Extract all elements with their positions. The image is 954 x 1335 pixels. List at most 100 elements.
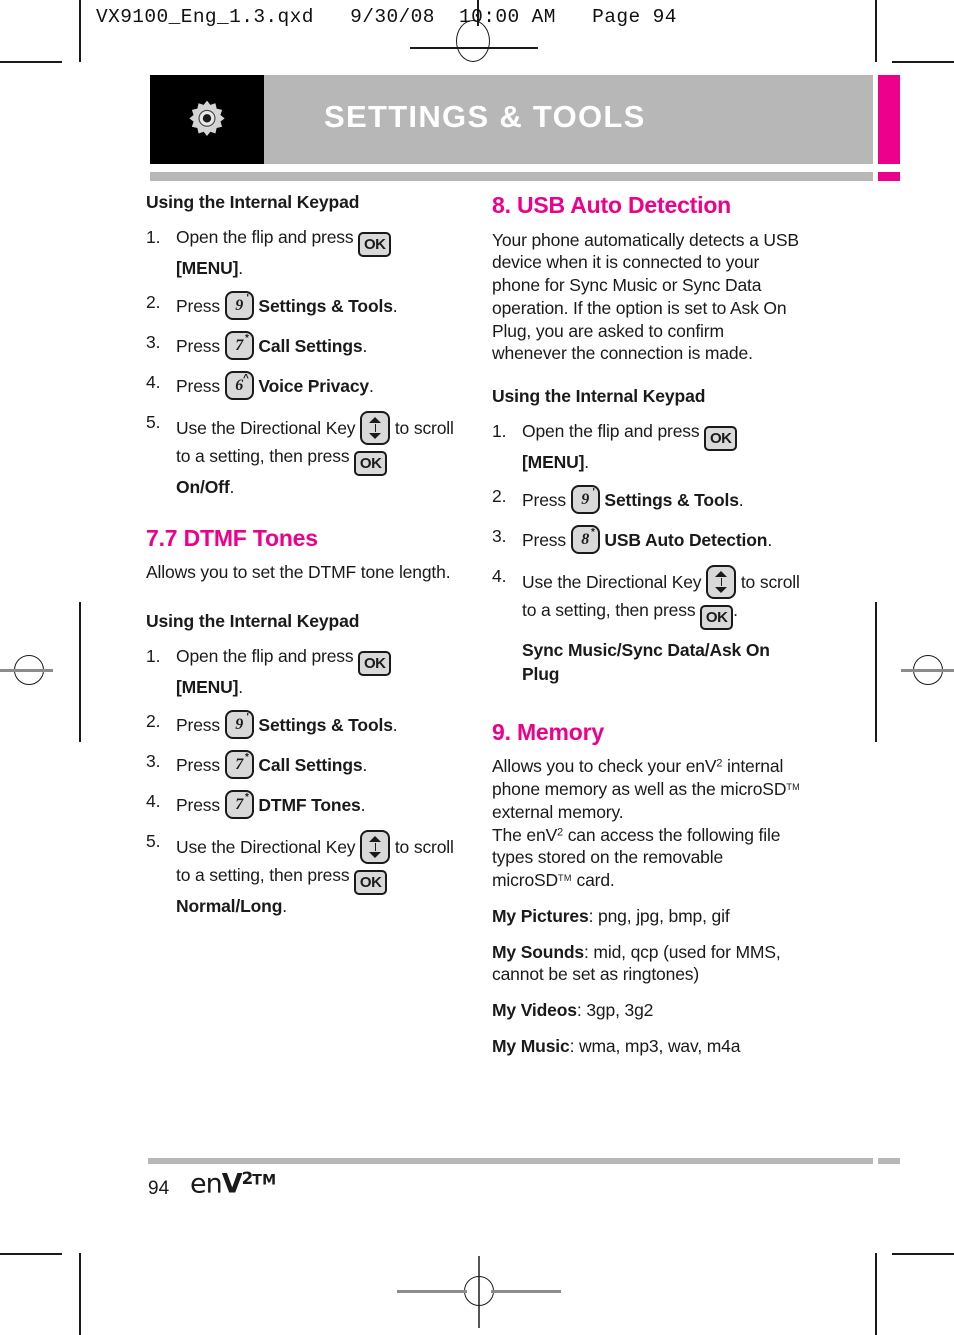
print-file-header: VX9100_Eng_1.3.qxd 9/30/08 10:00 AM Page…	[96, 6, 677, 28]
ok-key-icon: OK	[704, 426, 738, 452]
steps-list-voice-privacy: 1. Open the flip and press OK [MENU]. 2.…	[146, 226, 456, 500]
list-item: 1. Open the flip and press OK [MENU].	[492, 420, 802, 474]
subheading-keypad-1: Using the Internal Keypad	[146, 192, 360, 212]
step-bold-label: [MENU]	[522, 452, 585, 473]
step-number: 5.	[146, 412, 161, 433]
list-item: 4. Press 7 * DTMF Tones.	[146, 790, 456, 820]
registration-bar	[491, 1290, 561, 1293]
step-bold-label: [MENU]	[176, 676, 239, 697]
numeric-key-8-icon: 8 *	[570, 525, 600, 555]
step-number: 3.	[492, 526, 507, 547]
left-column: Using the Internal Keypad 1. Open the fl…	[146, 192, 456, 929]
banner-icon-box	[150, 75, 264, 164]
list-item: 2. Press 9 ' Settings & Tools.	[146, 710, 456, 740]
step-text: Press	[176, 336, 225, 357]
section-heading-memory: 9. Memory	[492, 718, 604, 745]
list-item: 4. Use the Directional Key to scroll to …	[492, 565, 802, 686]
step-text: .	[362, 336, 368, 357]
file-type-row: My Sounds: mid, qcp (used for MMS, canno…	[492, 941, 802, 987]
file-type-label: My Pictures	[492, 905, 589, 926]
trademark-icon: TM	[252, 1172, 277, 1189]
memory-text: card.	[571, 870, 615, 891]
list-item: 3. Press 7 * Call Settings.	[146, 750, 456, 780]
file-type-value: : png, jpg, bmp, gif	[588, 905, 730, 926]
ok-key-icon: OK	[358, 232, 392, 257]
step-number: 5.	[146, 831, 161, 852]
step-number: 4.	[146, 791, 161, 812]
registration-mark-bottom	[464, 1276, 494, 1306]
header-rule-accent	[878, 172, 900, 181]
step-text: Press	[522, 490, 571, 511]
step-text: .	[584, 452, 589, 473]
directional-key-icon	[360, 830, 391, 865]
list-item: 2. Press 9 ' Settings & Tools.	[146, 291, 456, 321]
steps-list-usb: 1. Open the flip and press OK [MENU]. 2.…	[492, 420, 802, 686]
list-item: 4. Press 6 ^ Voice Privacy.	[146, 371, 456, 401]
file-type-value: : wma, mp3, wav, m4a	[569, 1035, 741, 1056]
step-text: Open the flip and press	[176, 227, 359, 247]
section-body-dtmf: Allows you to set the DTMF tone length.	[146, 562, 451, 583]
step-number: 4.	[146, 372, 161, 393]
section-heading-usb: 8. USB Auto Detection	[492, 192, 732, 218]
numeric-key-9-icon: 9 '	[224, 710, 254, 740]
file-type-row: My Pictures: png, jpg, bmp, gif	[492, 905, 802, 928]
file-type-label: My Sounds	[492, 941, 584, 962]
step-number: 1.	[146, 645, 161, 666]
crop-mark	[0, 61, 62, 63]
step-text: Press	[522, 530, 571, 551]
right-column: 8. USB Auto Detection Your phone automat…	[492, 192, 802, 1071]
page-banner: SETTINGS & TOOLS	[150, 75, 873, 164]
step-bold-label: Settings & Tools	[258, 296, 393, 317]
step-text: Use the Directional Key	[176, 418, 361, 439]
trademark-icon: TM	[558, 873, 572, 884]
step-text: .	[738, 490, 744, 511]
crop-mark	[875, 602, 877, 742]
step-text: .	[369, 376, 374, 397]
step-text: .	[238, 258, 243, 278]
memory-text: external memory.	[492, 801, 624, 822]
list-item: 5. Use the Directional Key to scroll to …	[146, 411, 456, 499]
numeric-key-7-icon: 7 *	[224, 331, 254, 361]
ok-key-icon: OK	[358, 650, 392, 676]
file-type-row: My Videos: 3gp, 3g2	[492, 999, 802, 1022]
step-text: .	[362, 755, 368, 776]
step-number: 1.	[492, 421, 507, 442]
step-text: .	[282, 896, 287, 917]
footer-rule-accent	[878, 1158, 900, 1164]
section-body-memory-1: Allows you to check your enV2 internal p…	[492, 755, 802, 823]
gear-icon	[189, 100, 225, 136]
registration-bar	[397, 1290, 467, 1293]
step-text: .	[238, 676, 243, 697]
section-heading-dtmf: 7.7 DTMF Tones	[146, 524, 318, 551]
step-number: 2.	[146, 292, 161, 313]
numeric-key-9-icon: 9 '	[224, 291, 254, 321]
step-bold-label: [MENU]	[176, 258, 239, 278]
list-item: 1. Open the flip and press OK [MENU].	[146, 226, 456, 280]
crop-mark	[875, 1253, 877, 1335]
list-item: 5. Use the Directional Key to scroll to …	[146, 830, 456, 918]
step-text: .	[767, 530, 773, 551]
page-title: SETTINGS & TOOLS	[324, 99, 646, 134]
numeric-key-6-icon: 6 ^	[224, 371, 254, 401]
ok-key-icon: OK	[354, 870, 388, 896]
step-text: Open the flip and press	[176, 645, 359, 666]
numeric-key-7-icon: 7 *	[224, 790, 254, 820]
file-type-value: : 3gp, 3g2	[576, 1000, 654, 1021]
step-bold-label: Settings & Tools	[604, 490, 739, 511]
numeric-key-9-icon: 9 '	[570, 485, 600, 515]
step-text: .	[733, 600, 738, 621]
crop-mark	[875, 0, 877, 62]
step-bold-label: On/Off	[176, 477, 230, 498]
product-logo: enV2TM	[190, 1168, 276, 1199]
step-number: 3.	[146, 751, 161, 772]
file-type-row: My Music: wma, mp3, wav, m4a	[492, 1035, 802, 1058]
footer-rule	[148, 1158, 873, 1164]
step-options-label: Sync Music/Sync Data/Ask On Plug	[522, 640, 770, 684]
trademark-icon: TM	[786, 782, 801, 793]
step-text: Use the Directional Key	[176, 837, 361, 858]
step-text: Open the flip and press	[522, 421, 705, 442]
numeric-key-7-icon: 7 *	[224, 750, 254, 780]
ok-key-icon: OK	[354, 451, 388, 477]
step-number: 2.	[492, 486, 507, 507]
step-text: Press	[176, 296, 225, 317]
